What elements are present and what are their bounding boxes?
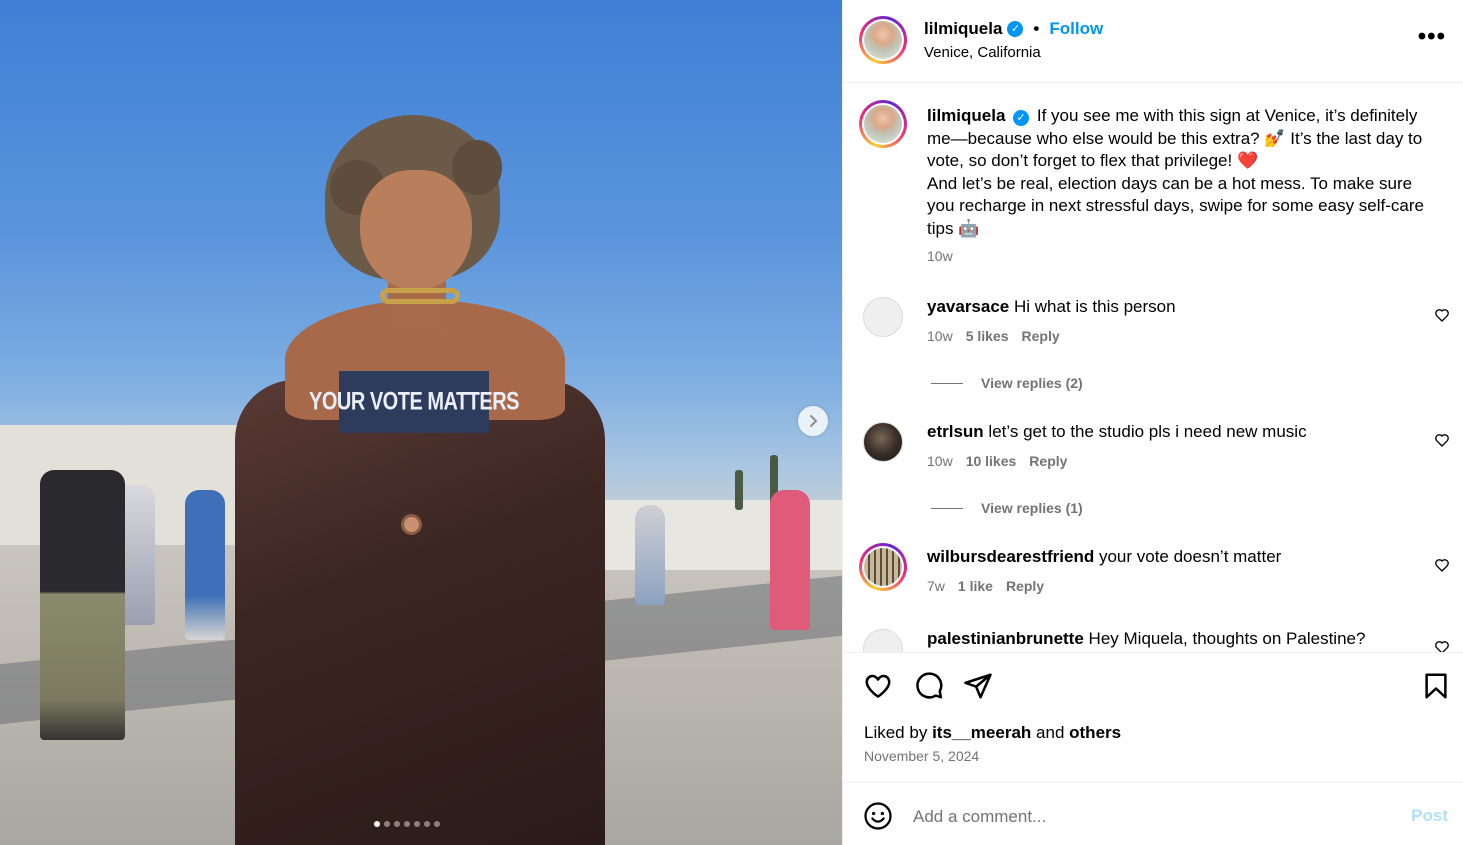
comment-icon[interactable] — [914, 671, 944, 701]
more-icon[interactable]: ••• — [1418, 25, 1446, 49]
gold-chain — [380, 288, 460, 304]
comment-text: Hi what is this person — [1014, 297, 1176, 316]
reply-button[interactable]: Reply — [1006, 578, 1044, 594]
heart-icon[interactable] — [1434, 639, 1450, 652]
comment-text: let’s get to the studio pls i need new m… — [988, 422, 1307, 441]
comment-time[interactable]: 10w — [927, 328, 953, 344]
comment: palestinianbrunette Hey Miquela, thought… — [843, 629, 1463, 652]
liked-user[interactable]: its__meerah — [932, 723, 1031, 742]
post-photo[interactable]: YOUR VOTE MATTERS — [0, 0, 842, 845]
reply-button[interactable]: Reply — [1029, 453, 1067, 469]
avatar[interactable] — [863, 422, 903, 462]
face — [360, 170, 472, 290]
heart-icon[interactable] — [1434, 432, 1450, 448]
heart-icon[interactable] — [1434, 307, 1450, 323]
jumpsuit-button — [401, 514, 422, 535]
avatar[interactable] — [863, 297, 903, 337]
comment-username[interactable]: etrlsun — [927, 422, 984, 441]
next-photo-button[interactable] — [798, 406, 828, 436]
comment-clip: palestinianbrunette Hey Miquela, thought… — [843, 620, 1463, 652]
avatar[interactable] — [859, 16, 907, 64]
caption-line-2: And let’s be real, election days can be … — [927, 173, 1424, 238]
avatar[interactable] — [859, 543, 907, 591]
jumpsuit — [235, 380, 605, 845]
comment: yavarsace Hi what is this person 10w 5 l… — [843, 297, 1463, 377]
liked-others[interactable]: others — [1069, 723, 1121, 742]
carousel-dot — [394, 821, 400, 827]
share-icon[interactable] — [963, 671, 993, 701]
verified-icon: ✓ — [1013, 110, 1030, 126]
comment-likes[interactable]: 10 likes — [966, 453, 1017, 469]
hair-bun — [452, 140, 502, 195]
header-username[interactable]: lilmiquela — [924, 19, 1002, 39]
bookmark-icon[interactable] — [1421, 671, 1451, 701]
comment-text: your vote doesn’t matter — [1098, 547, 1282, 566]
verified-icon: ✓ — [1007, 21, 1024, 37]
bystander — [770, 490, 810, 630]
carousel-dot — [374, 821, 380, 827]
vote-sign-text: YOUR VOTE MATTERS — [308, 387, 520, 416]
comment-likes[interactable]: 5 likes — [966, 328, 1009, 344]
avatar[interactable] — [863, 629, 903, 652]
comment-username[interactable]: wilbursdearestfriend — [927, 547, 1094, 566]
carousel-dot — [434, 821, 440, 827]
follow-button[interactable]: Follow — [1049, 19, 1103, 39]
vote-sign: YOUR VOTE MATTERS — [309, 371, 520, 433]
post-panel: lilmiquela ✓ • Follow Venice, California… — [842, 0, 1463, 845]
comment: etrlsun let’s get to the studio pls i ne… — [843, 422, 1463, 502]
emoji-icon[interactable] — [863, 801, 893, 831]
post-header: lilmiquela ✓ • Follow Venice, California… — [843, 0, 1463, 83]
post-date[interactable]: November 5, 2024 — [864, 748, 979, 764]
caption-timestamp[interactable]: 10w — [927, 248, 953, 264]
bystander — [40, 470, 125, 740]
view-replies-button[interactable]: View replies (2) — [931, 375, 1083, 391]
comment-input[interactable] — [913, 803, 1383, 831]
divider — [843, 782, 1463, 783]
divider — [931, 507, 963, 509]
heart-icon[interactable] — [863, 671, 893, 701]
location-link[interactable]: Venice, California — [924, 44, 1041, 61]
divider — [843, 652, 1463, 653]
view-replies-button[interactable]: View replies (1) — [931, 500, 1083, 516]
comment-time[interactable]: 10w — [927, 453, 953, 469]
view-replies-label: View replies (2) — [981, 375, 1083, 391]
divider — [931, 382, 963, 384]
view-replies-label: View replies (1) — [981, 500, 1083, 516]
caption-text: lilmiquela ✓ If you see me with this sig… — [927, 105, 1432, 240]
liked-prefix: Liked by — [864, 723, 928, 742]
liked-and: and — [1036, 723, 1065, 742]
chevron-right-icon — [810, 415, 817, 427]
bystander — [185, 490, 225, 640]
bystander — [635, 505, 665, 605]
comment: wilbursdearestfriend your vote doesn’t m… — [843, 543, 1463, 627]
reply-button[interactable]: Reply — [1022, 328, 1060, 344]
comment-likes[interactable]: 1 like — [958, 578, 993, 594]
carousel-dot — [404, 821, 410, 827]
comment-time[interactable]: 7w — [927, 578, 945, 594]
palm-tree — [735, 470, 743, 510]
caption-username[interactable]: lilmiquela — [927, 106, 1005, 125]
liked-by: Liked by its__meerah and others — [864, 723, 1121, 743]
carousel-dot — [414, 821, 420, 827]
carousel-dot — [424, 821, 430, 827]
comment-username[interactable]: yavarsace — [927, 297, 1009, 316]
comment-username[interactable]: palestinianbrunette — [927, 629, 1084, 648]
post-button[interactable]: Post — [1411, 806, 1448, 826]
comment-text: Hey Miquela, thoughts on Palestine? — [1088, 629, 1366, 648]
avatar[interactable] — [859, 100, 907, 148]
carousel-dot — [384, 821, 390, 827]
separator: • — [1033, 19, 1040, 38]
carousel-dots — [374, 821, 440, 827]
heart-icon[interactable] — [1434, 557, 1450, 573]
